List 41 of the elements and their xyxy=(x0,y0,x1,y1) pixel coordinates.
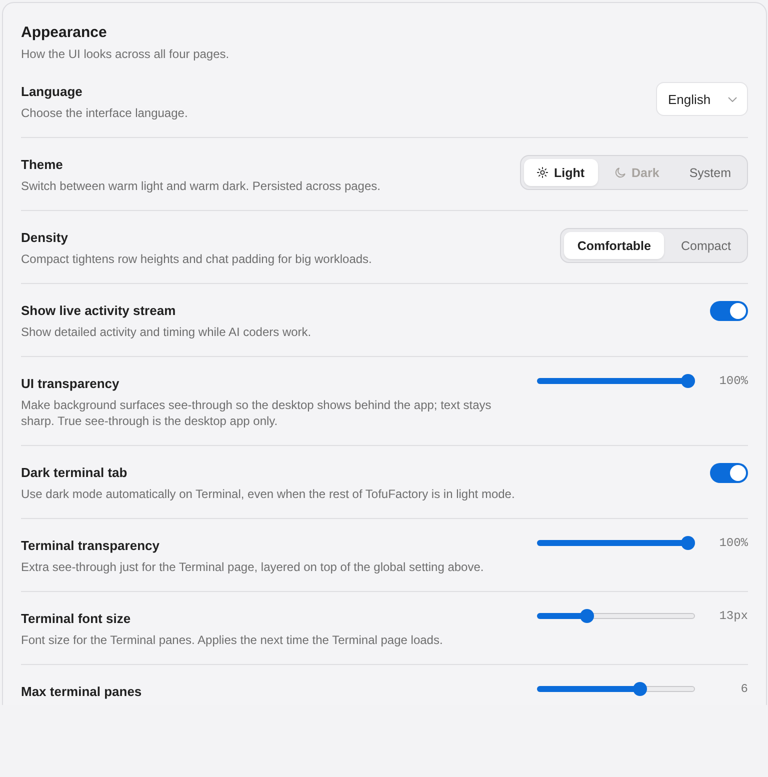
setting-label: Density xyxy=(21,229,69,247)
segment-option[interactable]: Comfortable xyxy=(564,232,664,259)
setting-description: Compact tightens row heights and chat padding for big workloads. xyxy=(21,251,373,267)
setting-label: Language xyxy=(21,83,84,101)
setting-description: Font size for the Terminal panes. Applies the next time the Terminal page loads. xyxy=(21,632,444,648)
toggle-switch[interactable] xyxy=(710,463,748,483)
toggle-switch[interactable] xyxy=(710,301,748,321)
segment-option[interactable]: Light xyxy=(524,159,598,186)
setting-label: Terminal font size xyxy=(21,610,132,628)
setting-description: Choose the interface language. xyxy=(21,105,189,121)
setting-description: Extra see-through just for the Terminal page, layered on top of the global setting above. xyxy=(21,559,485,575)
slider-track[interactable] xyxy=(537,682,695,696)
language-dropdown[interactable]: English xyxy=(656,82,748,116)
setting-label: Dark terminal tab xyxy=(21,464,128,482)
section-subtitle: How the UI looks across all four pages. xyxy=(21,46,230,62)
moon-icon xyxy=(614,167,626,178)
chevron-down-icon xyxy=(728,96,737,102)
slider-thumb[interactable] xyxy=(580,609,594,623)
sun-icon xyxy=(536,167,548,178)
setting-description: Switch between warm light and warm dark. Persisted across pages. xyxy=(21,178,382,194)
slider-thumb[interactable] xyxy=(633,682,648,696)
setting-label: Show live activity stream xyxy=(21,302,177,320)
slider-thumb[interactable] xyxy=(681,374,695,388)
slider-value: 6 xyxy=(740,682,748,696)
slider-value: 100% xyxy=(719,536,748,550)
setting-label: Theme xyxy=(21,156,64,174)
setting-label: Terminal transparency xyxy=(21,537,160,555)
slider-value: 13px xyxy=(719,609,748,623)
slider-track[interactable] xyxy=(537,374,695,388)
setting-description: Make background surfaces see-through so the desktop shows behind the app; text stays sharp. True see-through is the desktop app only. xyxy=(21,397,492,429)
segment-option[interactable]: Compact xyxy=(668,232,744,259)
slider-track[interactable] xyxy=(537,609,695,623)
slider-track[interactable] xyxy=(537,536,695,550)
setting-label: UI transparency xyxy=(21,375,120,393)
setting-label: Max terminal panes xyxy=(21,683,143,701)
section-title: Appearance xyxy=(21,23,108,43)
setting-description: Show detailed activity and timing while AI coders work. xyxy=(21,324,312,340)
slider-value: 100% xyxy=(719,374,748,388)
slider-thumb[interactable] xyxy=(681,536,695,550)
segment-option[interactable]: System xyxy=(676,159,744,186)
setting-description: Use dark mode automatically on Terminal, even when the rest of TofuFactory is in light mode. xyxy=(21,486,516,502)
